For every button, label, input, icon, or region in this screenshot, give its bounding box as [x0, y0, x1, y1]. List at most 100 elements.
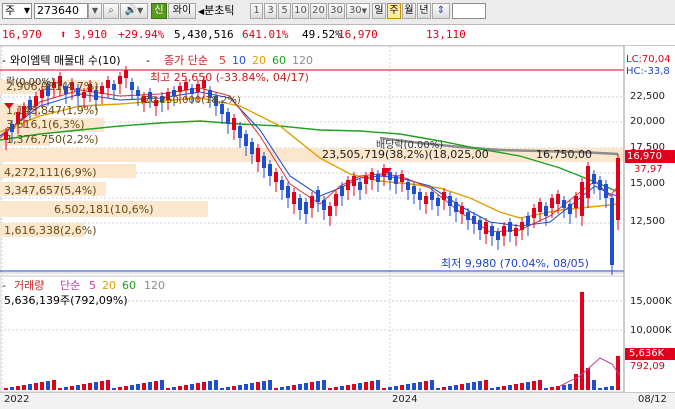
arrow-updown-button[interactable]: ⇕: [432, 3, 450, 19]
volume-bar: [100, 381, 104, 390]
volume-ma-120: 120: [144, 279, 165, 292]
volume-bar: [514, 384, 518, 390]
volume-bar: [508, 385, 512, 390]
volume-bar: [478, 381, 482, 390]
candle-body: [460, 206, 464, 214]
candle-body: [538, 202, 542, 212]
period-button-1[interactable]: 주: [387, 3, 401, 19]
interval-button-3[interactable]: 3: [264, 3, 277, 19]
volume-bar: [370, 381, 374, 390]
candle-body: [370, 172, 374, 180]
new-badge[interactable]: 신: [151, 3, 167, 19]
candle-body: [508, 222, 512, 232]
code-dropdown-button[interactable]: ▼: [88, 3, 102, 19]
period-button-3[interactable]: 년: [417, 3, 431, 19]
volume-bar: [202, 382, 206, 390]
volume-bar: [244, 384, 248, 390]
interval-button-10[interactable]: 10: [292, 3, 309, 19]
candle-body: [124, 70, 128, 78]
candle-body: [388, 172, 392, 180]
legend-dash-icon: -: [146, 54, 150, 67]
candle-body: [226, 112, 230, 124]
candle-body: [406, 182, 410, 190]
market-select[interactable]: 주 ▼: [2, 3, 32, 19]
volume-tick-10000k: 10,000K: [630, 325, 672, 336]
candle-body: [334, 194, 338, 206]
volume-bar: [466, 383, 470, 390]
candle-body: [178, 86, 182, 92]
candle-body: [616, 158, 620, 220]
candle-body: [598, 180, 602, 190]
vp-label-7: 6,502,181(10,6%): [54, 203, 154, 216]
volume-bar: [436, 388, 440, 390]
volume-bar: [118, 387, 122, 390]
toolbar: 주 ▼ 273640 ▼ ⌕ 🔊▼ 신 와이 ◀분초틱 30▼ ⇕ 1 3 5 10 20…: [0, 0, 675, 25]
volume-bar: [22, 385, 26, 390]
candle-body: [196, 84, 200, 92]
volume-bar: [124, 386, 128, 390]
interval-button-1[interactable]: 1: [250, 3, 263, 19]
count-value: 30: [348, 5, 362, 16]
candle-body: [526, 216, 530, 226]
volume-bar: [58, 388, 62, 390]
quote-prev: 13,110: [426, 28, 466, 41]
chart-canvas[interactable]: [0, 46, 675, 408]
interval-button-20[interactable]: 20: [310, 3, 327, 19]
code-input[interactable]: 273640: [34, 3, 88, 19]
volume-bar: [46, 381, 50, 390]
vp-label-8: 1,616,338(2,6%): [4, 224, 97, 237]
period-label: 년: [419, 5, 429, 16]
candle-body: [130, 82, 134, 90]
new-badge-label: 신: [154, 5, 164, 16]
candle-body: [268, 164, 272, 176]
volume-bar: [340, 386, 344, 390]
candle-body: [346, 180, 350, 190]
interval-button-5[interactable]: 5: [278, 3, 291, 19]
volume-ma-5: 5: [89, 279, 96, 292]
volume-bar: [4, 388, 8, 390]
volume-bar: [346, 385, 350, 390]
candle-body: [244, 134, 248, 146]
vp-label-3: 3,616,1(6,3%): [6, 118, 85, 131]
volume-bar: [280, 387, 284, 390]
chart-type-selector[interactable]: ◀분초틱: [198, 4, 235, 19]
candle-body: [532, 208, 536, 218]
volume-bar: [490, 388, 494, 390]
candle-body: [256, 148, 260, 162]
chart-type-label: 분초틱: [204, 4, 235, 17]
interval-button-30[interactable]: 30: [328, 3, 345, 19]
period-button-0[interactable]: 일: [372, 3, 386, 19]
hc-label: HC:-33,8: [626, 66, 670, 77]
volume-bar: [214, 380, 218, 390]
vp-label-2: 1,143,847(1,9%): [6, 104, 99, 117]
candle-body: [394, 176, 398, 184]
candle-body: [262, 156, 266, 168]
candle-body: [466, 212, 470, 220]
candle-body: [286, 186, 290, 198]
volume-bar: [388, 387, 392, 390]
candle-body: [298, 198, 302, 210]
search-button[interactable]: ⌕: [103, 3, 119, 19]
candle-body: [118, 76, 122, 84]
volume-bar: [382, 388, 386, 390]
sound-button[interactable]: 🔊▼: [120, 3, 148, 19]
vp-label-4: 1,376,750(2,2%): [6, 133, 99, 146]
quote-price: 16,970: [2, 28, 42, 41]
volume-bar: [166, 388, 170, 390]
ma-60-label: 60: [272, 54, 286, 67]
candle-body: [604, 184, 608, 198]
volume-bar: [52, 380, 56, 390]
volume-bar: [472, 382, 476, 390]
volume-bar: [310, 382, 314, 390]
ma-120-label: 120: [292, 54, 313, 67]
volume-bar: [448, 386, 452, 390]
mid-label: 23,505,719(38,2%)(18,025,00: [322, 148, 489, 161]
extra-input[interactable]: [452, 3, 486, 19]
interval-label: 1: [253, 5, 260, 16]
count-select[interactable]: 30▼: [346, 3, 370, 19]
period-button-2[interactable]: 월: [402, 3, 416, 19]
candle-body: [556, 194, 560, 204]
name-tab[interactable]: 와이: [168, 3, 196, 19]
candle-body: [232, 118, 236, 130]
volume-bar: [322, 380, 326, 390]
